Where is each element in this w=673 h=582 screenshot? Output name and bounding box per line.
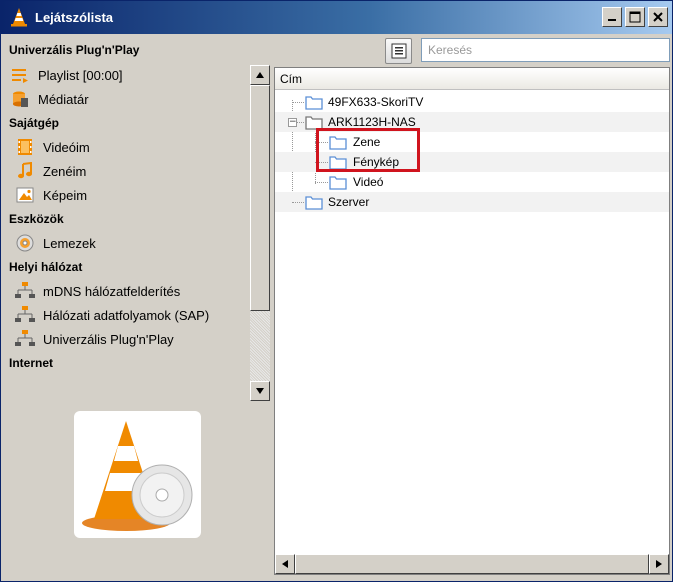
vlc-cone-disc-icon (82, 421, 193, 531)
folder-icon (305, 96, 323, 110)
tree-row-fenykep[interactable]: Fénykép (275, 152, 669, 172)
arrow-right-icon (656, 560, 662, 568)
sidebar: Univerzális Plug'n'Play Playlist [00:00]… (5, 35, 270, 577)
sidebar-section-title: Sajátgép (9, 116, 60, 130)
folder-open-icon (305, 116, 323, 130)
tree-row-label: Videó (353, 175, 384, 189)
picture-icon (15, 186, 35, 204)
arrow-left-icon (282, 560, 288, 568)
scroll-left-button[interactable] (275, 554, 295, 574)
tree-guide-line (297, 122, 304, 123)
sidebar-item-label: Képeim (43, 187, 88, 203)
column-header-title[interactable]: Cím (275, 68, 669, 90)
close-button[interactable] (648, 7, 668, 27)
horizontal-scrollbar[interactable] (275, 554, 669, 574)
playlist-tree: Cím 49FX633-SkoriTV − ARK1123H-NAS Zene … (274, 67, 670, 575)
disc-icon (15, 234, 35, 252)
list-view-icon (391, 43, 406, 59)
tree-row-zene[interactable]: Zene (275, 132, 669, 152)
sidebar-item-sap[interactable]: Hálózati adatfolyamok (SAP) (15, 304, 209, 326)
sidebar-item-playlist[interactable]: Playlist [00:00] (10, 64, 123, 86)
sidebar-item-label: Médiatár (38, 91, 89, 107)
sidebar-section-title: Univerzális Plug'n'Play (9, 43, 140, 57)
music-note-icon (15, 162, 35, 180)
collapse-toggle[interactable]: − (288, 118, 297, 127)
folder-icon (329, 176, 347, 190)
media-library-icon (10, 90, 30, 108)
tree-guide-line (292, 102, 304, 103)
folder-icon (329, 136, 347, 150)
sidebar-item-label: Zenéim (43, 163, 87, 179)
playlist-icon (10, 66, 30, 84)
close-icon (653, 12, 663, 22)
tree-guide-line (315, 142, 328, 143)
tree-row-label: Szerver (328, 195, 370, 209)
scroll-down-button[interactable] (250, 381, 270, 401)
sidebar-scrollbar[interactable] (250, 65, 270, 401)
sidebar-item-music[interactable]: Zenéim (15, 160, 86, 182)
sidebar-item-label: mDNS hálózatfelderítés (43, 283, 181, 299)
sidebar-item-upnp[interactable]: Univerzális Plug'n'Play (15, 328, 174, 350)
tree-guide-line (292, 202, 304, 203)
sidebar-item-discs[interactable]: Lemezek (15, 232, 96, 254)
sidebar-item-label: Univerzális Plug'n'Play (43, 331, 174, 347)
scroll-thumb[interactable] (250, 85, 270, 311)
tree-row-video[interactable]: Videó (275, 172, 669, 192)
tree-row-label: 49FX633-SkoriTV (328, 95, 424, 109)
sidebar-section-title: Eszközök (9, 212, 64, 226)
scroll-up-button[interactable] (250, 65, 270, 85)
playlist-window: Lejátszólista Univerzális Plug'n'Play Pl… (0, 0, 673, 582)
maximize-button[interactable] (625, 7, 645, 27)
tree-row-49fx633-skoritv[interactable]: 49FX633-SkoriTV (275, 92, 669, 112)
folder-icon (329, 156, 347, 170)
arrow-down-icon (256, 388, 264, 394)
maximize-icon (629, 11, 641, 23)
minimize-icon (608, 19, 616, 21)
search-input[interactable]: Keresés (421, 38, 670, 62)
folder-icon (305, 196, 323, 210)
tree-guide-line (315, 182, 328, 183)
sidebar-item-label: Hálózati adatfolyamok (SAP) (43, 307, 210, 323)
sidebar-item-label: Playlist [00:00] (38, 67, 123, 83)
scroll-right-button[interactable] (649, 554, 669, 574)
sidebar-section-title: Internet (9, 356, 54, 370)
network-icon (15, 330, 35, 348)
sidebar-item-pictures[interactable]: Képeim (15, 184, 87, 206)
tree-row-ark1123h-nas[interactable]: − ARK1123H-NAS (275, 112, 669, 132)
network-icon (15, 306, 35, 324)
window-title: Lejátszólista (35, 10, 114, 25)
playlist-view-button[interactable] (385, 38, 412, 64)
network-icon (15, 282, 35, 300)
minimize-button[interactable] (602, 7, 622, 27)
tree-row-label: ARK1123H-NAS (328, 115, 416, 129)
tree-row-label: Zene (353, 135, 381, 149)
tree-guide-line (315, 162, 328, 163)
film-icon (15, 138, 35, 156)
sidebar-section-title: Helyi hálózat (9, 260, 83, 274)
album-art (74, 411, 201, 538)
title-bar[interactable]: Lejátszólista (1, 1, 672, 34)
tree-row-label: Fénykép (353, 155, 400, 169)
arrow-up-icon (256, 72, 264, 78)
tree-row-szerver[interactable]: Szerver (275, 192, 669, 212)
sidebar-item-label: Lemezek (43, 235, 96, 251)
vlc-cone-icon (11, 8, 27, 27)
sidebar-item-mdns[interactable]: mDNS hálózatfelderítés (15, 280, 180, 302)
scroll-thumb[interactable] (295, 554, 649, 574)
sidebar-item-videos[interactable]: Videóim (15, 136, 90, 158)
sidebar-item-media-library[interactable]: Médiatár (10, 88, 89, 110)
sidebar-item-label: Videóim (43, 139, 90, 155)
